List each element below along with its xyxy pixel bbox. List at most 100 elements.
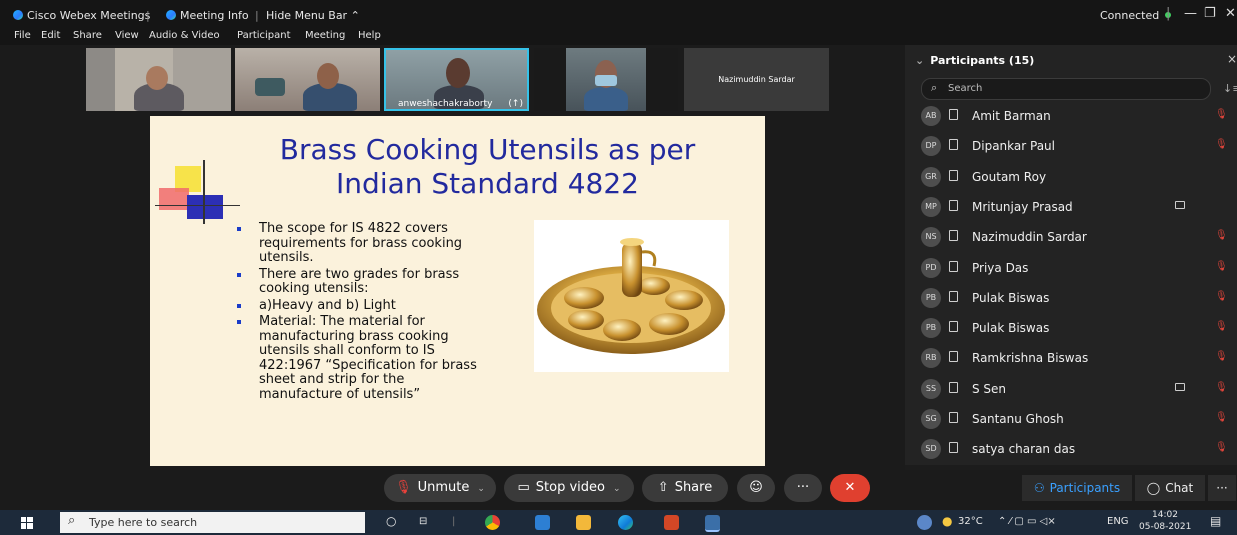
minimize-button[interactable]: — [1184, 6, 1197, 21]
participant-row[interactable]: PD Priya Das 🎙 [921, 255, 1231, 281]
taskbar-search-input[interactable]: ⌕ Type here to search [60, 512, 365, 533]
menu-share[interactable]: Share [73, 30, 102, 41]
notifications-icon[interactable]: ▤ [1210, 514, 1221, 528]
share-button[interactable]: ⇧ Share [642, 474, 728, 502]
participants-title: ⌄ Participants (15) [915, 54, 1035, 67]
search-placeholder: Search [948, 83, 983, 94]
menu-meeting[interactable]: Meeting [305, 30, 345, 41]
device-icon [949, 169, 958, 181]
hide-menu-bar-button[interactable]: Hide Menu Bar ⌃ [266, 9, 360, 22]
store-icon[interactable] [535, 515, 550, 530]
microphone-muted-icon[interactable]: 🎙 [1215, 382, 1228, 393]
microphone-muted-icon[interactable]: 🎙 [1215, 261, 1228, 272]
panel-more-button[interactable]: ··· [1208, 475, 1236, 501]
participant-avatar: PD [921, 257, 941, 278]
video-on-icon [1175, 200, 1185, 209]
end-meeting-button[interactable]: ✕ [830, 474, 870, 502]
task-view-icon[interactable]: ⊟ [419, 516, 427, 527]
bullet-item: a)Heavy and b) Light [235, 298, 485, 314]
stop-video-button[interactable]: ▭ Stop video ⌄ [504, 474, 634, 502]
separator: | [452, 516, 456, 527]
participant-row[interactable]: MP Mritunjay Prasad [921, 194, 1231, 220]
file-explorer-icon[interactable] [576, 515, 591, 530]
participant-avatar: PB [921, 318, 941, 339]
edge-icon[interactable] [618, 515, 633, 530]
microphone-muted-icon[interactable]: 🎙 [1215, 442, 1228, 453]
cortana-icon[interactable]: ○ [386, 514, 396, 528]
chrome-icon[interactable] [485, 515, 500, 530]
microphone-muted-icon[interactable]: 🎙 [1215, 109, 1228, 120]
video-thumbnail-1[interactable] [86, 48, 231, 111]
restore-button[interactable]: ❐ [1204, 6, 1216, 21]
device-icon [949, 321, 958, 333]
participant-row[interactable]: DP Dipankar Paul 🎙 [921, 133, 1231, 159]
menu-view[interactable]: View [115, 30, 139, 41]
close-panel-icon[interactable]: × [1227, 52, 1237, 66]
participant-row[interactable]: PB Pulak Biswas 🎙 [921, 285, 1231, 311]
sort-icon[interactable]: ↓≡ [1223, 82, 1237, 95]
participant-row[interactable]: RB Ramkrishna Biswas 🎙 [921, 345, 1231, 371]
participant-row[interactable]: SS S Sen 🎙 [921, 376, 1231, 402]
share-icon: ⇧ [657, 480, 669, 495]
device-icon [949, 139, 958, 151]
taskbar-clock-date[interactable]: 05-08-2021 [1139, 522, 1191, 532]
participant-name: Pulak Biswas [972, 290, 1050, 305]
powerpoint-icon[interactable] [664, 515, 679, 530]
microphone-muted-icon[interactable]: 🎙 [1215, 321, 1228, 332]
taskbar-clock-time[interactable]: 14:02 [1152, 510, 1178, 520]
connection-status: Connected [1100, 9, 1172, 22]
unmute-button[interactable]: 🎙 Unmute ⌄ [384, 474, 496, 502]
slide-bullets: The scope for IS 4822 covers requirement… [235, 221, 485, 404]
microphone-muted-icon[interactable]: 🎙 [1215, 230, 1228, 241]
face-mask [595, 75, 617, 86]
participant-avatar: RB [921, 348, 941, 369]
user-avatar-icon[interactable] [917, 515, 932, 530]
menu-edit[interactable]: Edit [41, 30, 60, 41]
slide-title: Brass Cooking Utensils as per Indian Sta… [279, 133, 696, 200]
menu-audio-video[interactable]: Audio & Video [149, 30, 220, 41]
participant-row[interactable]: NS Nazimuddin Sardar 🎙 [921, 224, 1231, 250]
bullet-icon [237, 227, 241, 231]
participants-tab[interactable]: ⚇ Participants [1022, 475, 1132, 501]
participant-row[interactable]: SG Santanu Ghosh 🎙 [921, 406, 1231, 432]
participant-avatar: GR [921, 166, 941, 187]
panel-tabs: ⚇ Participants ◯ Chat ··· [905, 470, 1237, 510]
menu-bar: File Edit Share View Audio & Video Parti… [0, 30, 1237, 45]
weather-temperature[interactable]: 32°C [958, 516, 983, 527]
chat-tab[interactable]: ◯ Chat [1135, 475, 1205, 501]
video-thumbnail-active-speaker[interactable]: anweshachakraborty (↑) [384, 48, 529, 111]
microphone-muted-icon[interactable]: 🎙 [1215, 291, 1228, 302]
collapse-chevron-icon[interactable]: ⌄ [915, 54, 924, 67]
close-window-button[interactable]: ✕ [1225, 6, 1236, 21]
bullet-icon [237, 303, 241, 308]
system-tray-icons[interactable]: ⌃ ⁄ ▢ ▭ ◁× [998, 516, 1056, 527]
participant-name: satya charan das [972, 442, 1076, 457]
participant-row[interactable]: SD satya charan das 🎙 [921, 436, 1231, 462]
shared-slide: Brass Cooking Utensils as per Indian Sta… [150, 116, 765, 466]
video-thumbnail-4[interactable] [534, 48, 678, 111]
search-icon: ⌕ [68, 513, 76, 528]
menu-file[interactable]: File [14, 30, 31, 41]
menu-participant[interactable]: Participant [237, 30, 291, 41]
more-options-button[interactable]: ··· [784, 474, 822, 502]
brass-utensils-image [534, 220, 729, 372]
windows-start-icon[interactable] [21, 517, 33, 529]
participant-row[interactable]: AB Amit Barman 🎙 [921, 103, 1231, 129]
participant-row[interactable]: GR Goutam Roy [921, 164, 1231, 190]
decor-red-square [159, 188, 189, 210]
webex-taskbar-icon[interactable] [705, 515, 720, 532]
microphone-muted-icon[interactable]: 🎙 [1215, 351, 1228, 362]
menu-help[interactable]: Help [358, 30, 381, 41]
language-indicator[interactable]: ENG [1107, 516, 1129, 527]
participant-avatar: MP [921, 196, 941, 217]
microphone-muted-icon[interactable]: 🎙 [1215, 139, 1228, 150]
microphone-muted-icon[interactable]: 🎙 [1215, 412, 1228, 423]
participant-search-input[interactable]: ⌕ Search [921, 78, 1211, 100]
bullet-icon [237, 272, 241, 277]
meeting-info-button[interactable]: Meeting Info [166, 9, 249, 22]
search-icon: ⌕ [931, 81, 938, 94]
video-thumbnail-2[interactable] [235, 48, 380, 111]
video-thumbnail-5[interactable]: Nazimuddin Sardar [684, 48, 829, 111]
reactions-button[interactable]: ☺ [737, 474, 775, 502]
participant-row[interactable]: PB Pulak Biswas 🎙 [921, 315, 1231, 341]
